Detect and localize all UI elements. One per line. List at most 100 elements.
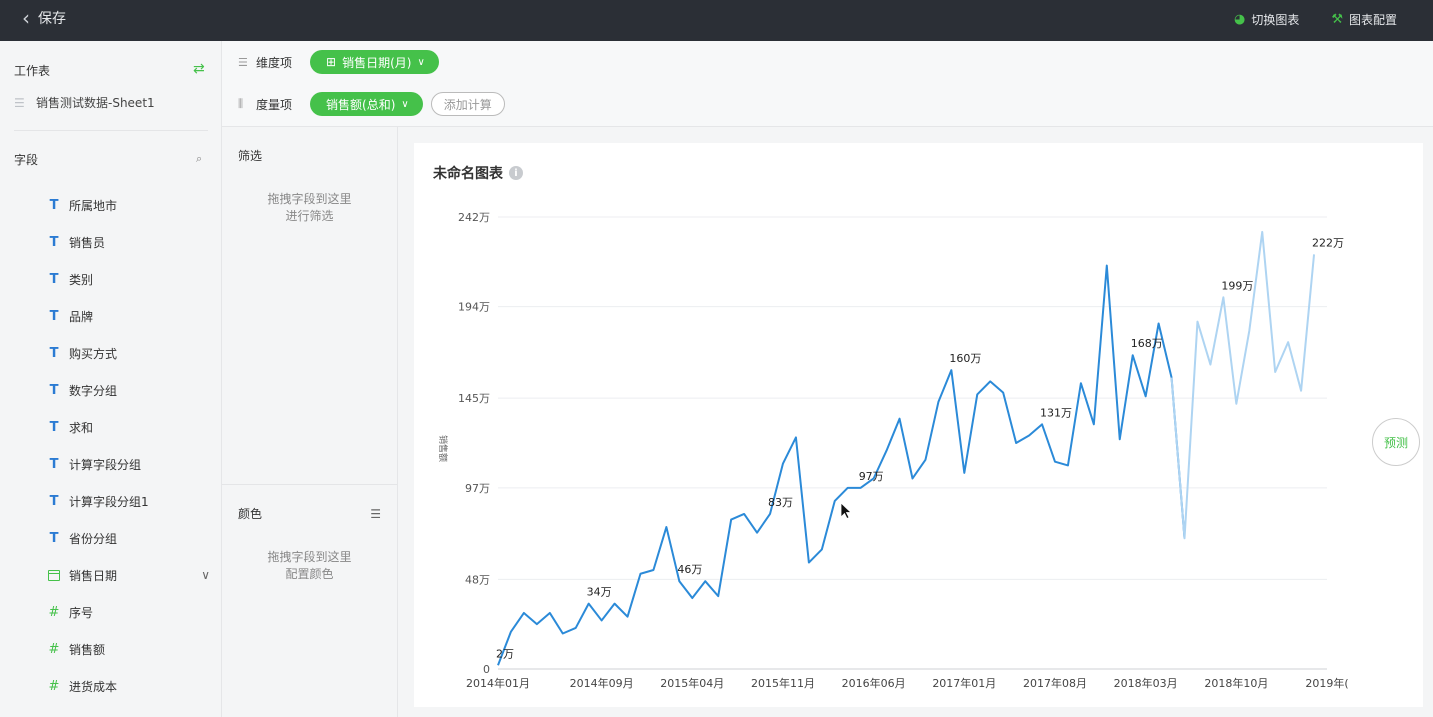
field-item[interactable]: # 销售额 xyxy=(48,639,216,659)
field-label: 序号 xyxy=(69,605,94,620)
measure-pill[interactable]: 销售额(总和) ∨ xyxy=(310,92,423,116)
number-type-icon: # xyxy=(48,604,60,620)
switch-chart-label: 切换图表 xyxy=(1251,13,1300,27)
chart-config-button[interactable]: ⚒ 图表配置 xyxy=(1331,11,1397,28)
color-hint-line2: 配置颜色 xyxy=(285,567,334,581)
back-save-button[interactable]: ‹ 保存 xyxy=(22,8,66,28)
field-item[interactable]: 销售日期 ∨ xyxy=(48,565,216,585)
field-item[interactable]: T 类别 xyxy=(48,269,216,289)
field-label: 省份分组 xyxy=(69,531,118,546)
calendar-icon xyxy=(48,569,60,581)
y-tick-label: 194万 xyxy=(458,301,490,314)
switch-chart-button[interactable]: ◕ 切换图表 xyxy=(1234,11,1299,28)
x-tick-label: 2016年06月 xyxy=(842,676,906,690)
color-title: 颜色 xyxy=(238,507,263,521)
chevron-down-icon: ∨ xyxy=(401,98,409,110)
field-item[interactable]: T 计算字段分组 xyxy=(48,454,216,474)
data-label: 131万 xyxy=(1040,406,1072,419)
list-icon: ☰ xyxy=(238,55,248,69)
field-item[interactable]: T 销售员 xyxy=(48,232,216,252)
forecast-button[interactable]: 预测 xyxy=(1372,418,1420,466)
field-item[interactable]: T 品牌 xyxy=(48,306,216,326)
search-icon[interactable]: ⌕ xyxy=(196,152,202,166)
chart-area: 未命名图表 i 0 48万 97万 145万 194万 242万 销售额 2014年01月 20… xyxy=(398,127,1433,717)
y-tick-label: 48万 xyxy=(465,573,490,586)
forecast-label: 预测 xyxy=(1383,435,1408,450)
chart-card: 未命名图表 i 0 48万 97万 145万 194万 242万 销售额 2014年01月 20… xyxy=(414,143,1423,707)
y-tick-label: 145万 xyxy=(458,392,490,405)
x-tick-label: 2015年11月 xyxy=(751,676,815,690)
x-tick-label: 2014年01月 xyxy=(466,676,530,690)
field-item[interactable]: T 计算字段分组1 xyxy=(48,491,216,511)
field-item[interactable]: T 省份分组 xyxy=(48,528,216,548)
field-label: 所属地市 xyxy=(69,198,118,213)
number-type-icon: # xyxy=(48,641,60,657)
field-label: 销售日期 xyxy=(69,568,118,583)
number-type-icon: # xyxy=(48,678,60,694)
database-icon: ☰ xyxy=(14,95,25,110)
mouse-cursor-icon xyxy=(840,502,853,520)
text-type-icon: T xyxy=(49,197,59,213)
data-label: 160万 xyxy=(949,352,981,365)
data-label: 2万 xyxy=(496,647,514,660)
series-line-forecast xyxy=(1170,230,1316,540)
text-type-icon: T xyxy=(49,456,59,472)
filter-panel: 筛选 拖拽字段到这里 进行筛选 颜色 ☰ 拖拽字段到这里 配置颜色 xyxy=(222,127,398,717)
top-actions: ◕ 切换图表 ⚒ 图表配置 xyxy=(1234,11,1397,28)
field-label: 进货成本 xyxy=(69,679,118,694)
sheet-item[interactable]: ☰ 销售测试数据-Sheet1 xyxy=(14,94,155,111)
data-label: 168万 xyxy=(1131,337,1163,350)
text-type-icon: T xyxy=(49,271,59,287)
field-item[interactable]: T 求和 xyxy=(48,417,216,437)
text-type-icon: T xyxy=(49,530,59,546)
measure-row: ⫼ 度量项 销售额(总和) ∨ 添加计算 xyxy=(238,92,505,116)
filter-dropzone[interactable]: 拖拽字段到这里 进行筛选 xyxy=(222,191,397,225)
add-calc-button[interactable]: 添加计算 xyxy=(430,92,505,116)
dimension-row: ☰ 维度项 ⊞ 销售日期(月) ∨ xyxy=(238,50,439,74)
back-save-label: 保存 xyxy=(38,11,66,27)
x-tick-label: 2018年10月 xyxy=(1204,676,1268,690)
color-hint-line1: 拖拽字段到这里 xyxy=(267,550,352,564)
text-type-icon: T xyxy=(49,308,59,324)
left-panel: 工作表 ⇄ ☰ 销售测试数据-Sheet1 字段 ⌕ T 所属地市 T 销售员 T 类别 T… xyxy=(0,41,222,717)
x-tick-label: 2017年08月 xyxy=(1023,676,1087,690)
text-type-icon: T xyxy=(49,382,59,398)
color-dropzone[interactable]: 拖拽字段到这里 配置颜色 xyxy=(222,549,397,583)
text-type-icon: T xyxy=(49,234,59,250)
field-item[interactable]: T 所属地市 xyxy=(48,195,216,215)
field-item[interactable]: # 进货成本 xyxy=(48,676,216,696)
field-label: 计算字段分组1 xyxy=(69,494,149,509)
line-chart: 0 48万 97万 145万 194万 242万销售额 2014年01月 2014年09月 20… xyxy=(437,211,1349,690)
data-label: 46万 xyxy=(677,563,702,576)
filter-title: 筛选 xyxy=(238,149,263,163)
sheet-name: 销售测试数据-Sheet1 xyxy=(36,96,155,110)
wrench-icon: ⚒ xyxy=(1331,12,1343,27)
top-bar: ‹ 保存 ◕ 切换图表 ⚒ 图表配置 xyxy=(0,0,1433,41)
dimension-measure-bar: ☰ 维度项 ⊞ 销售日期(月) ∨ ⫼ 度量项 销售额(总和) ∨ 添加计算 xyxy=(222,41,1433,127)
chevron-down-icon[interactable]: ∨ xyxy=(201,568,210,582)
field-label: 购买方式 xyxy=(69,346,118,361)
field-item[interactable]: T 购买方式 xyxy=(48,343,216,363)
measure-label: 度量项 xyxy=(256,97,293,112)
dimension-pill[interactable]: ⊞ 销售日期(月) ∨ xyxy=(310,50,439,74)
pie-chart-icon: ◕ xyxy=(1233,12,1246,27)
field-item[interactable]: # 序号 xyxy=(48,602,216,622)
field-label: 销售员 xyxy=(69,235,106,250)
text-type-icon: T xyxy=(49,493,59,509)
filter-hint-line1: 拖拽字段到这里 xyxy=(267,192,352,206)
y-tick-label: 0 xyxy=(483,663,490,676)
chevron-down-icon: ∨ xyxy=(417,56,425,68)
field-label: 销售额 xyxy=(69,642,106,657)
field-label: 求和 xyxy=(69,420,94,435)
text-type-icon: T xyxy=(49,419,59,435)
y-axis-label: 销售额 xyxy=(437,435,449,462)
bars-icon: ⫼ xyxy=(238,97,244,110)
measure-pill-label: 销售额(总和) xyxy=(326,97,396,112)
data-label: 83万 xyxy=(768,496,793,509)
add-calc-label: 添加计算 xyxy=(443,97,492,112)
x-tick-label: 2015年04月 xyxy=(660,676,724,690)
data-label: 34万 xyxy=(587,586,612,599)
field-item[interactable]: T 数字分组 xyxy=(48,380,216,400)
switch-sheet-icon[interactable]: ⇄ xyxy=(193,61,205,77)
list-icon[interactable]: ☰ xyxy=(370,507,381,521)
